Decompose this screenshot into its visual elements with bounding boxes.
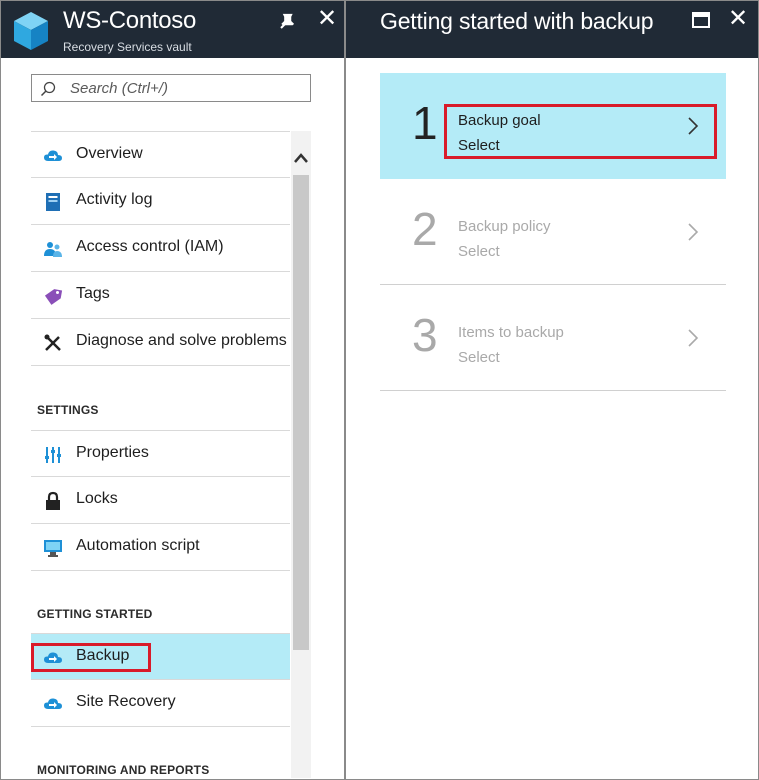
step-items-to-backup[interactable]: 3 Items to backup Select (380, 285, 726, 391)
menu-item-locks[interactable]: Locks (31, 477, 290, 524)
monitor-icon (44, 540, 62, 557)
vault-title: WS-Contoso (63, 7, 197, 34)
step-value: Select (458, 243, 500, 260)
menu-item-site-recovery[interactable]: Site Recovery (31, 680, 290, 727)
chevron-right-icon (688, 223, 699, 241)
cloud-icon (44, 698, 62, 709)
menu-item-access-control[interactable]: Access control (IAM) (31, 225, 290, 272)
step-number: 1 (412, 97, 438, 149)
section-header-getting-started: GETTING STARTED (37, 607, 153, 621)
menu-item-tags[interactable]: Tags (31, 272, 290, 319)
menu-item-activity-log[interactable]: Activity log (31, 178, 290, 225)
step-title: Items to backup (458, 324, 564, 341)
vault-cube-icon (14, 12, 48, 50)
blade-title: Getting started with backup (380, 8, 654, 34)
highlight-box (444, 104, 717, 159)
highlight-box (31, 643, 151, 672)
menu-item-properties[interactable]: Properties (31, 430, 290, 477)
scrollbar-thumb[interactable] (293, 175, 309, 650)
menu-item-overview[interactable]: Overview (31, 131, 290, 178)
menu-item-diagnose[interactable]: Diagnose and solve problems (31, 319, 290, 366)
step-title: Backup policy (458, 218, 551, 235)
close-vault-icon[interactable]: ✕ (315, 6, 339, 32)
lock-icon (46, 491, 60, 510)
step-backup-goal[interactable]: 1 Backup goal Select (380, 73, 726, 179)
tag-icon (44, 289, 63, 305)
wrench-icon (44, 334, 61, 351)
menu-item-label: Properties (76, 444, 149, 461)
chevron-up-icon[interactable] (291, 146, 311, 170)
close-blade-icon[interactable]: ✕ (726, 6, 750, 32)
maximize-icon[interactable] (691, 11, 711, 29)
activity-log-icon (46, 193, 60, 211)
vault-subtitle: Recovery Services vault (63, 40, 192, 54)
chevron-right-icon (688, 329, 699, 347)
sliders-icon (45, 447, 61, 463)
menu-item-label: Diagnose and solve problems (76, 332, 287, 349)
section-header-settings: SETTINGS (37, 403, 99, 417)
section-header-monitoring: MONITORING AND REPORTS (37, 763, 210, 777)
menu-item-label: Access control (IAM) (76, 238, 224, 255)
step-number: 2 (412, 203, 438, 255)
menu-item-label: Overview (76, 145, 143, 162)
step-value: Select (458, 349, 500, 366)
backup-blade-header: Getting started with backup ✕ (346, 1, 758, 58)
backup-blade: Getting started with backup ✕ 1 Backup g… (346, 1, 758, 778)
vault-header: WS-Contoso Recovery Services vault ✕ (1, 1, 344, 58)
menu-item-label: Automation script (76, 537, 200, 554)
menu-item-label: Site Recovery (76, 693, 176, 710)
cloud-icon (44, 150, 62, 161)
menu-item-label: Activity log (76, 191, 153, 208)
search-icon (40, 81, 56, 97)
menu-item-backup[interactable]: Backup (31, 633, 290, 680)
vault-blade: WS-Contoso Recovery Services vault ✕ Ove… (1, 1, 344, 778)
search-input[interactable] (70, 77, 300, 99)
step-backup-policy[interactable]: 2 Backup policy Select (380, 179, 726, 285)
menu-item-label: Tags (76, 285, 110, 302)
menu-item-automation-script[interactable]: Automation script (31, 524, 290, 571)
menu-item-label: Locks (76, 490, 118, 507)
search-box[interactable] (31, 74, 311, 102)
users-icon (44, 242, 62, 257)
pin-icon[interactable] (277, 11, 297, 31)
step-number: 3 (412, 309, 438, 361)
